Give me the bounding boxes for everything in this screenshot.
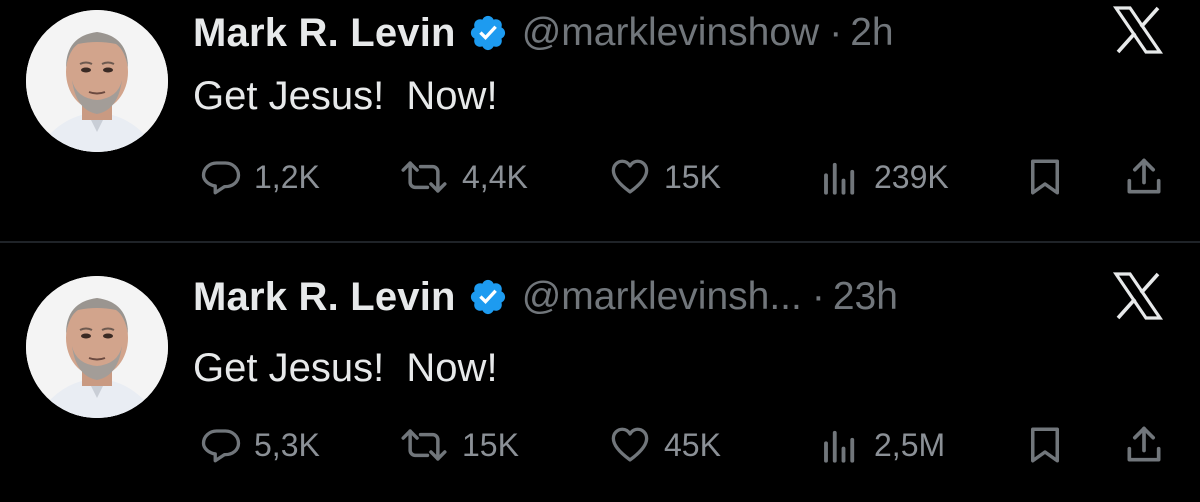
verified-badge-icon: [468, 13, 508, 53]
retweet-count: 4,4K: [462, 158, 528, 195]
bookmark-button[interactable]: [1024, 420, 1066, 470]
reply-button[interactable]: 1,2K: [200, 152, 320, 202]
retweet-button[interactable]: 4,4K: [398, 152, 528, 202]
bookmark-icon: [1024, 423, 1066, 467]
tweet-text: Get Jesus! Now!: [193, 346, 498, 390]
avatar[interactable]: [26, 276, 168, 418]
tweet-text: Get Jesus! Now!: [193, 74, 498, 118]
timestamp[interactable]: 2h: [850, 11, 893, 55]
reply-count: 5,3K: [254, 426, 320, 463]
author-name[interactable]: Mark R. Levin: [193, 275, 456, 320]
reply-count: 1,2K: [254, 158, 320, 195]
tweet-divider: [0, 241, 1200, 243]
x-logo-icon: [1110, 268, 1166, 324]
like-icon: [608, 156, 652, 198]
views-icon: [818, 156, 862, 198]
retweet-icon: [398, 156, 450, 198]
bookmark-button[interactable]: [1024, 152, 1066, 202]
retweet-icon: [398, 424, 450, 466]
timestamp[interactable]: 23h: [833, 275, 898, 319]
like-button[interactable]: 45K: [608, 420, 721, 470]
views-count: 239K: [874, 158, 949, 195]
retweet-button[interactable]: 15K: [398, 420, 519, 470]
share-button[interactable]: [1122, 420, 1166, 470]
separator-dot: ·: [829, 11, 843, 54]
like-count: 15K: [664, 158, 721, 195]
views-button[interactable]: 239K: [818, 152, 949, 202]
avatar[interactable]: [26, 10, 168, 152]
like-count: 45K: [664, 426, 721, 463]
share-icon: [1122, 423, 1166, 467]
share-icon: [1122, 155, 1166, 199]
x-logo-icon: [1110, 2, 1166, 58]
bookmark-icon: [1024, 155, 1066, 199]
reply-icon: [200, 156, 242, 198]
reply-icon: [200, 424, 242, 466]
action-bar: 1,2K 4,4K 15K 239K: [0, 152, 1200, 202]
like-icon: [608, 424, 652, 466]
author-handle[interactable]: @marklevinshow: [522, 11, 820, 55]
tweet-card[interactable]: Mark R. Levin @marklevinsh... · 23h Get …: [0, 262, 1200, 502]
views-button[interactable]: 2,5M: [818, 420, 945, 470]
tweet-header: Mark R. Levin @marklevinshow · 2h: [193, 5, 894, 61]
action-bar: 5,3K 15K 45K 2,5M: [0, 420, 1200, 470]
verified-badge-icon: [468, 277, 508, 317]
author-handle[interactable]: @marklevinsh...: [522, 275, 802, 319]
views-icon: [818, 424, 862, 466]
reply-button[interactable]: 5,3K: [200, 420, 320, 470]
share-button[interactable]: [1122, 152, 1166, 202]
author-name[interactable]: Mark R. Levin: [193, 11, 456, 56]
views-count: 2,5M: [874, 426, 946, 463]
like-button[interactable]: 15K: [608, 152, 721, 202]
retweet-count: 15K: [462, 426, 519, 463]
separator-dot: ·: [811, 275, 825, 318]
tweet-header: Mark R. Levin @marklevinsh... · 23h: [193, 269, 898, 325]
tweet-card[interactable]: Mark R. Levin @marklevinshow · 2h Get Je…: [0, 0, 1200, 240]
